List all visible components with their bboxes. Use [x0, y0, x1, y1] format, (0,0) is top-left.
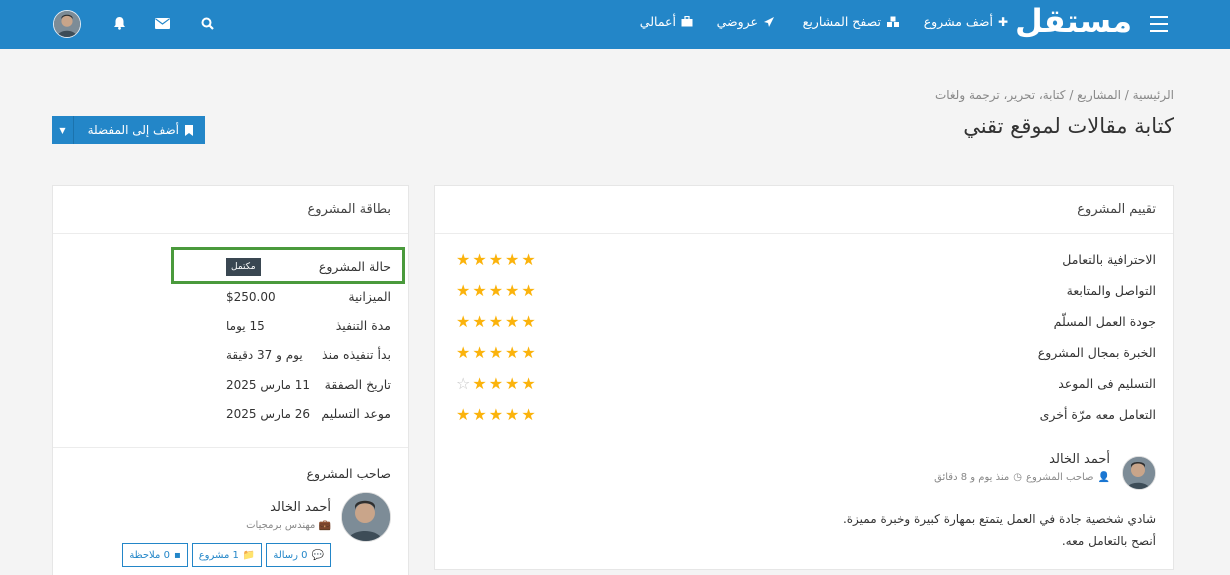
star-icon: ★ [505, 342, 520, 362]
star-icon: ★ [521, 280, 536, 300]
notes-button[interactable]: ▪ 0 ملاحظة [122, 543, 188, 567]
owner-avatar[interactable] [341, 492, 391, 542]
user-icon: 👤 [1097, 472, 1110, 483]
rating-row: جودة العمل المسلّم ★ ★ ★ ★ ★ [456, 311, 1156, 331]
star-icon: ★ [505, 404, 520, 424]
project-card-panel: بطاقة المشروع حالة المشروع مكتمل الميزان… [52, 185, 409, 575]
star-icon: ★ [505, 249, 520, 269]
star-icon: ★ [488, 342, 504, 362]
chevron-down-icon[interactable]: ▼ [52, 116, 74, 144]
briefcase-icon: 💼 [318, 520, 331, 531]
star-icon: ★ [472, 404, 487, 424]
paper-plane-icon [764, 16, 774, 27]
plus-icon: ✚ [997, 14, 1008, 29]
star-icon: ★ [521, 373, 536, 393]
card-panel-title: بطاقة المشروع [53, 186, 408, 234]
star-icon: ★ [521, 404, 536, 424]
star-rating: ★ ★ ★ ★ ★ [456, 404, 536, 424]
top-navbar: مستقل ✚ أضف مشروع تصفح المشاريع عروضي أع… [0, 0, 1230, 49]
divider [53, 447, 408, 448]
nav-my-works[interactable]: أعمالي [640, 14, 693, 29]
star-rating: ★ ★ ★ ★ ★ [456, 342, 536, 362]
nav-my-offers[interactable]: عروضي [717, 14, 775, 29]
status-badge: مكتمل [226, 257, 261, 276]
page-title: كتابة مقالات لموقع تقني [963, 114, 1174, 138]
site-logo[interactable]: مستقل [1015, 2, 1132, 40]
comments-icon: 💬 [311, 549, 324, 561]
briefcase-icon [681, 16, 693, 27]
envelope-icon[interactable] [154, 15, 170, 31]
card-row-started: بدأ تنفيذه منذ يوم و 37 دقيقة [226, 347, 391, 362]
star-icon: ★ [488, 249, 504, 269]
star-icon: ★ [521, 249, 536, 269]
rating-panel-title: تقييم المشروع [435, 186, 1173, 234]
clock-icon: ◷ [1013, 472, 1022, 483]
user-avatar[interactable] [53, 10, 81, 38]
reviewer-name[interactable]: أحمد الخالد [1049, 452, 1110, 467]
star-icon: ★ [472, 249, 487, 269]
nav-add-project[interactable]: ✚ أضف مشروع [924, 14, 1008, 29]
bookmark-icon [185, 124, 193, 136]
rating-row: الاحترافية بالتعامل ★ ★ ★ ★ ★ [456, 249, 1156, 269]
breadcrumb[interactable]: الرئيسية / المشاريع / كتابة، تحرير، ترجم… [935, 88, 1174, 102]
card-row-status: حالة المشروع مكتمل [53, 252, 408, 281]
review-text: شادي شخصية جادة في العمل يتمتع بمهارة كب… [842, 512, 1156, 548]
star-icon: ★ [521, 342, 536, 362]
star-icon: ★ [488, 373, 504, 393]
nav-browse-projects[interactable]: تصفح المشاريع [803, 14, 900, 29]
star-icon: ★ [505, 373, 520, 393]
bell-icon[interactable] [111, 15, 127, 31]
star-rating: ☆ ★ ★ ★ ★ [456, 373, 536, 393]
star-icon: ★ [505, 311, 520, 331]
rating-row: الخبرة بمجال المشروع ★ ★ ★ ★ ★ [456, 342, 1156, 362]
star-rating: ★ ★ ★ ★ ★ [456, 249, 536, 269]
cubes-icon [887, 16, 899, 27]
card-row-duration: مدة التنفيذ 15 يوما [226, 318, 391, 333]
rating-row: التعامل معه مرّة أخرى ★ ★ ★ ★ ★ [456, 404, 1156, 424]
star-icon: ★ [456, 342, 471, 362]
star-icon: ★ [488, 404, 504, 424]
star-icon: ★ [521, 311, 536, 331]
star-icon: ★ [488, 311, 504, 331]
card-row-delivery: موعد التسليم 26 مارس 2025 [226, 406, 391, 421]
card-row-budget: الميزانية $250.00 [226, 289, 391, 304]
owner-actions: 💬 0 رسالة 📁 1 مشروع ▪ 0 ملاحظة [122, 543, 331, 567]
star-empty-icon: ☆ [456, 373, 471, 393]
star-icon: ★ [456, 311, 471, 331]
owner-name[interactable]: أحمد الخالد [270, 500, 331, 515]
star-icon: ★ [505, 280, 520, 300]
star-icon: ★ [472, 280, 487, 300]
owner-section-title: صاحب المشروع [306, 466, 391, 481]
rating-row: التواصل والمتابعة ★ ★ ★ ★ ★ [456, 280, 1156, 300]
rating-row: التسليم فى الموعد ☆ ★ ★ ★ ★ [456, 373, 1156, 393]
star-icon: ★ [488, 280, 504, 300]
project-rating-panel: تقييم المشروع الاحترافية بالتعامل ★ ★ ★ ★ ★ … [434, 185, 1174, 570]
add-to-favorites-button[interactable]: أضف إلى المفضلة ▼ [52, 116, 205, 144]
star-rating: ★ ★ ★ ★ ★ [456, 280, 536, 300]
star-icon: ★ [456, 249, 471, 269]
star-icon: ★ [472, 373, 487, 393]
star-icon: ★ [472, 342, 487, 362]
messages-button[interactable]: 💬 0 رسالة [266, 543, 331, 567]
sticky-note-icon: ▪ [173, 549, 181, 561]
menu-icon[interactable] [1150, 16, 1168, 32]
star-icon: ★ [472, 311, 487, 331]
review-meta: 👤 صاحب المشروع ◷ منذ يوم و 8 دقائق [934, 472, 1110, 483]
card-row-deal-date: تاريخ الصفقة 11 مارس 2025 [226, 377, 391, 392]
projects-button[interactable]: 📁 1 مشروع [191, 543, 263, 567]
folder-icon: 📁 [242, 549, 256, 561]
star-icon: ★ [456, 280, 471, 300]
search-icon[interactable] [199, 15, 215, 31]
reviewer-avatar[interactable] [1122, 456, 1156, 490]
owner-role: 💼 مهندس برمجيات [246, 520, 331, 531]
star-icon: ★ [456, 404, 471, 424]
star-rating: ★ ★ ★ ★ ★ [456, 311, 536, 331]
